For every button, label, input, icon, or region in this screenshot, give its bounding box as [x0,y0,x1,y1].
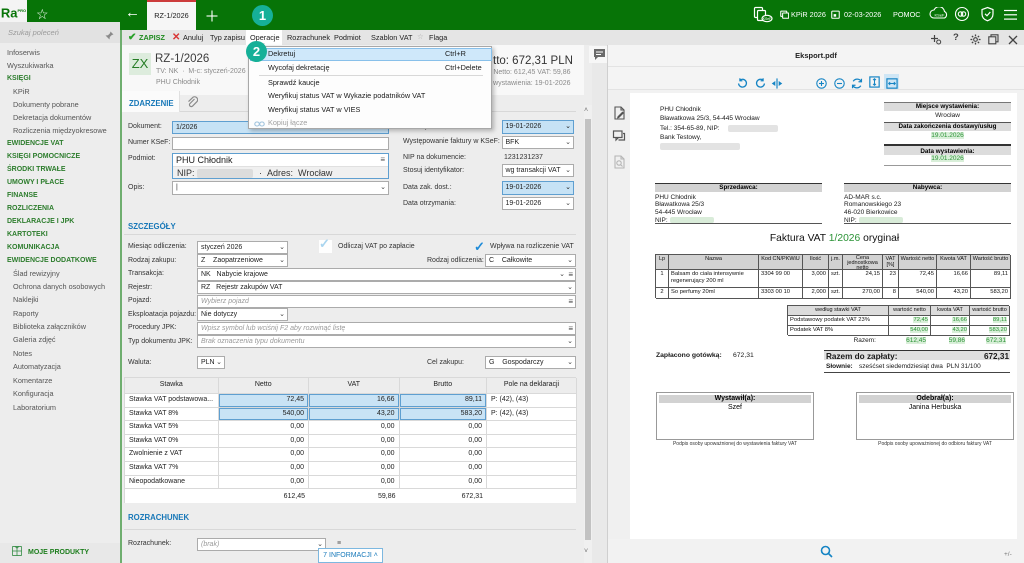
svg-text:KSeF: KSeF [934,12,945,17]
svg-text:KSeF: KSeF [763,17,771,21]
